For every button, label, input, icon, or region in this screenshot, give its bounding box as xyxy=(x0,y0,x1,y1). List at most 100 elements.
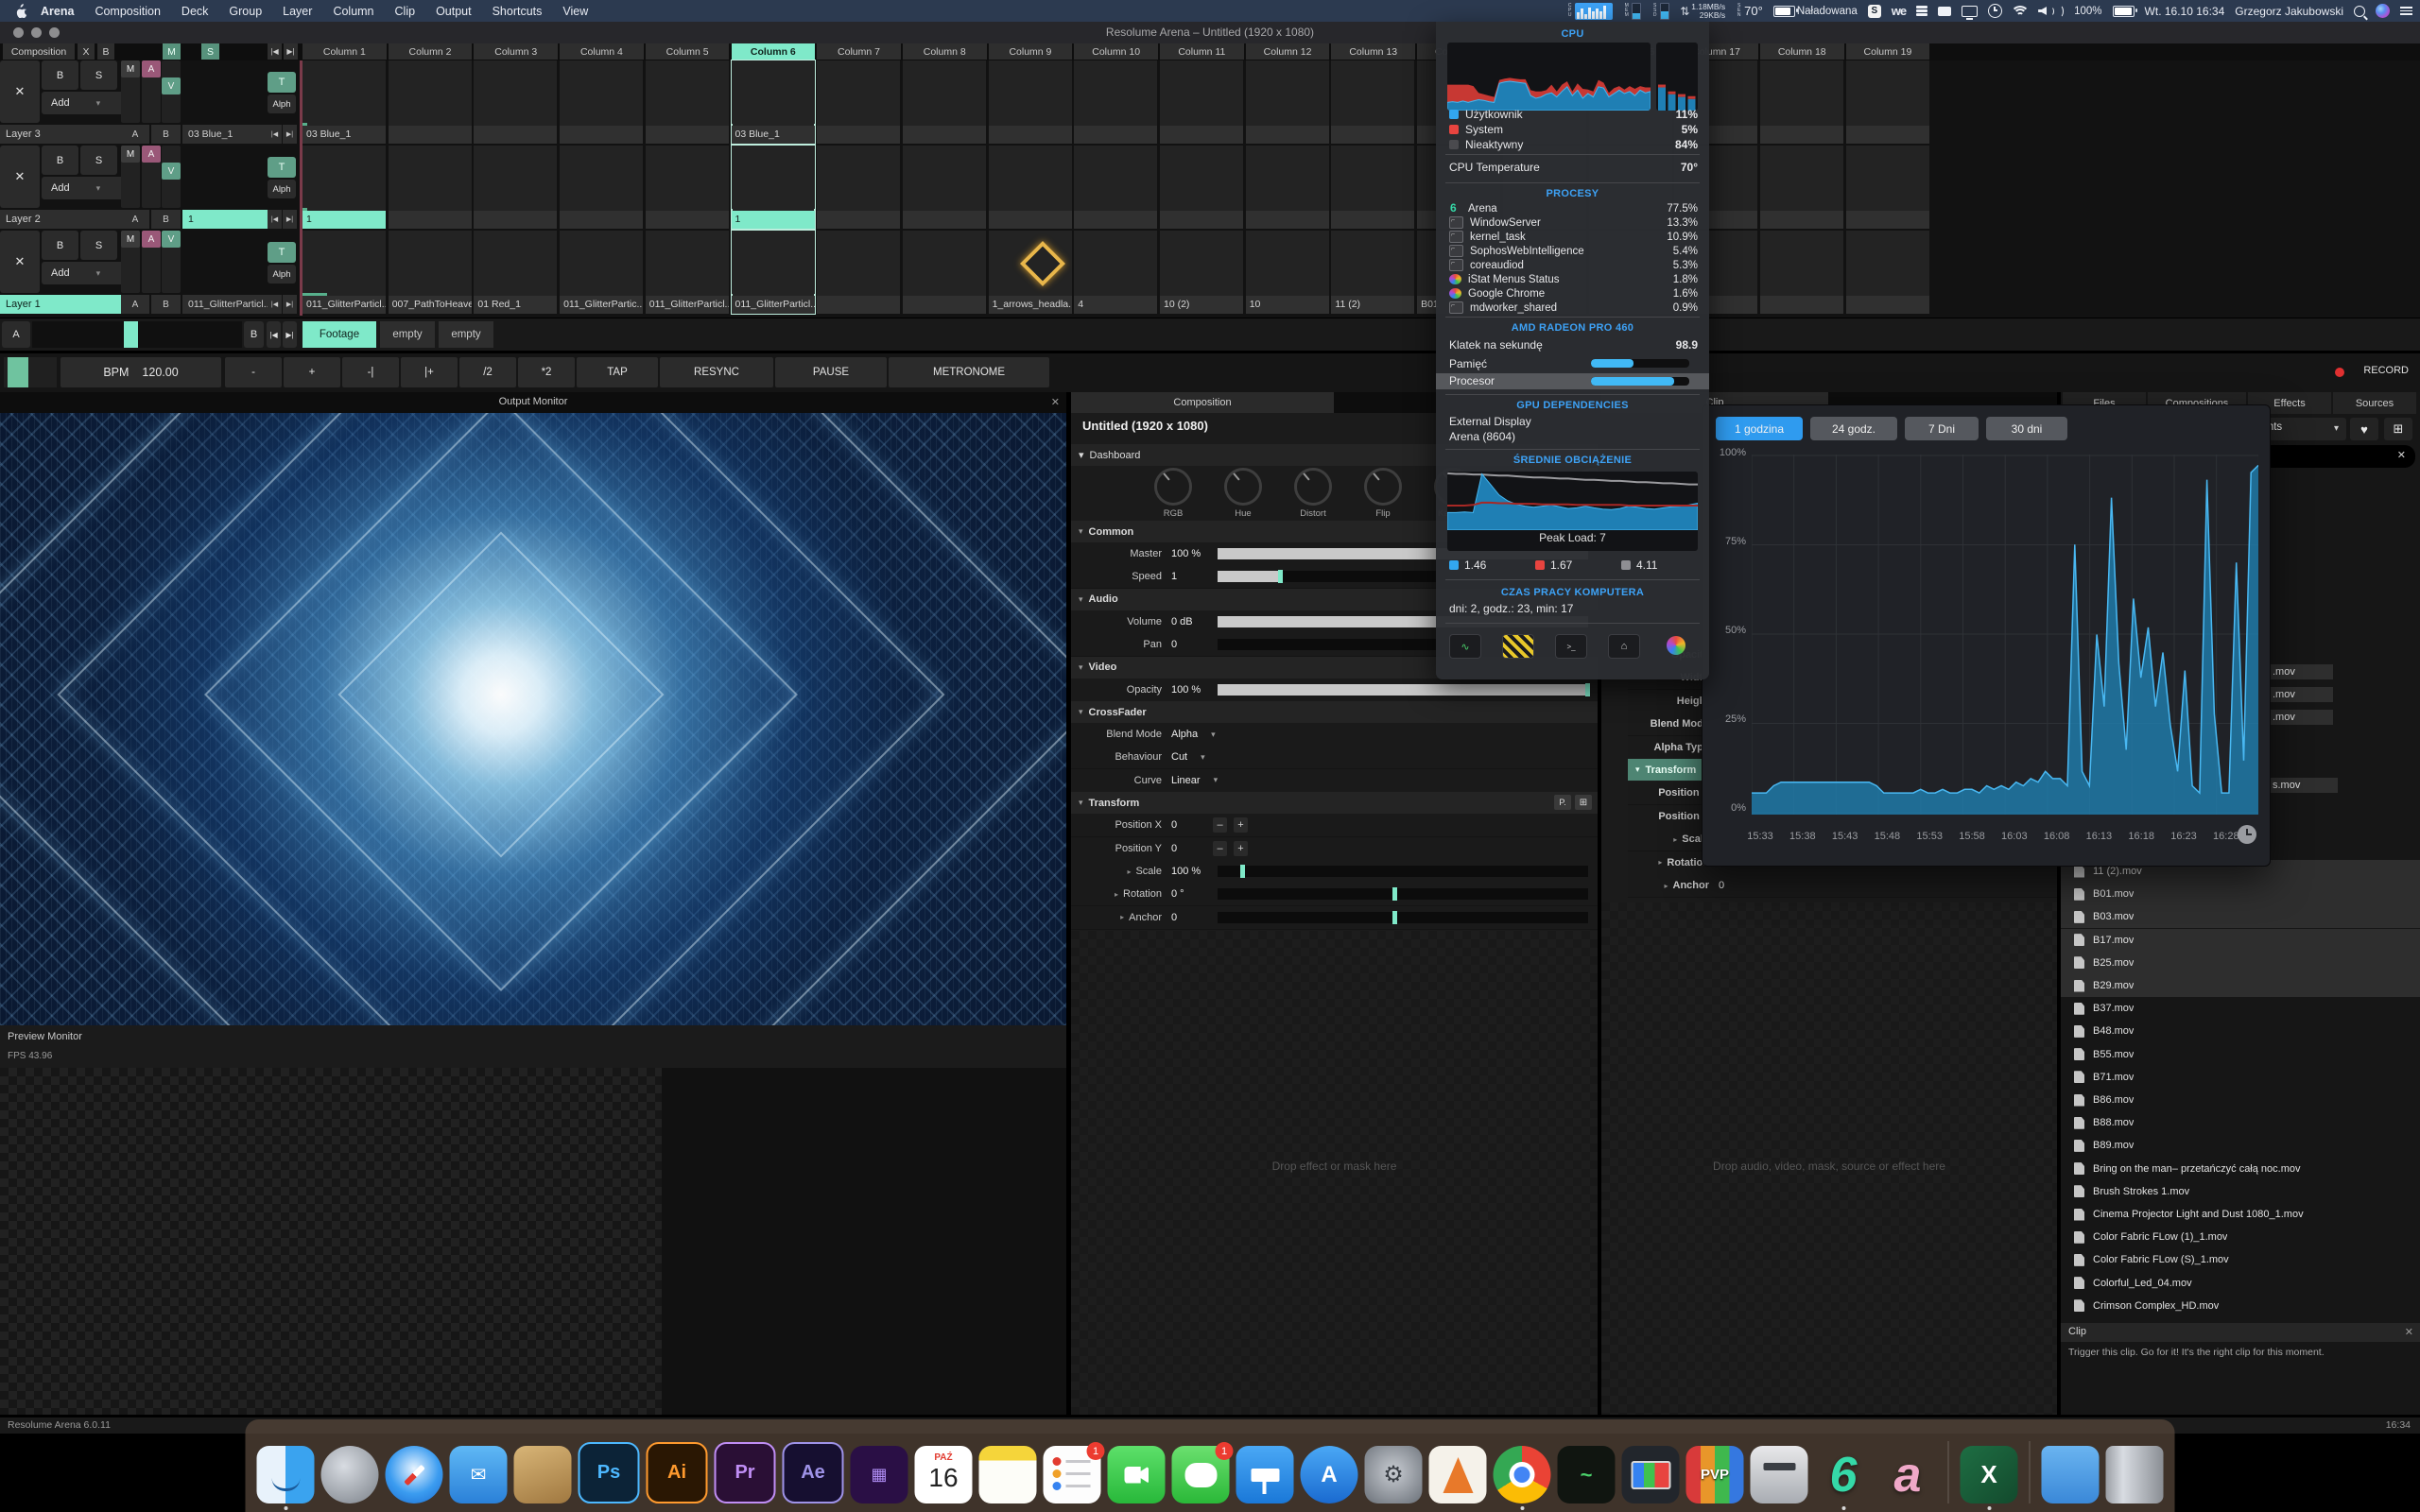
deck-tab-empty-2[interactable]: empty xyxy=(439,321,493,348)
file-item[interactable]: B55.mov xyxy=(2061,1043,2420,1066)
slider-handle[interactable] xyxy=(1392,887,1397,901)
file-item[interactable]: Crimson Complex_HD.mov xyxy=(2061,1295,2420,1317)
file-item-partial[interactable]: .mov xyxy=(2271,687,2333,702)
bpm-button-resync[interactable]: RESYNC xyxy=(660,357,773,387)
layer-solo-button[interactable]: S xyxy=(80,60,117,90)
clip-name-label[interactable]: 011_GlitterParticl... xyxy=(302,296,386,314)
history-tab-24godz[interactable]: 24 godz. xyxy=(1810,417,1897,440)
layer-blendmode-dropdown[interactable]: Add▾ xyxy=(42,177,127,199)
composition-header-button[interactable]: Composition xyxy=(3,43,75,60)
column-header-18[interactable]: Column 18 xyxy=(1760,43,1844,60)
column-header-5[interactable]: Column 5 xyxy=(646,43,730,60)
warning-icon[interactable] xyxy=(1502,634,1534,659)
dock-photoshop-icon[interactable]: Ps xyxy=(579,1442,640,1503)
menu-layer[interactable]: Layer xyxy=(283,5,312,18)
file-item[interactable]: B25.mov xyxy=(2061,952,2420,974)
layer-crossfade-b-label[interactable]: B xyxy=(151,125,181,144)
clip-thumbnail[interactable] xyxy=(560,231,643,294)
dock-resolume-avenue-icon[interactable]: a xyxy=(1879,1446,1937,1503)
file-item[interactable]: B71.mov xyxy=(2061,1066,2420,1089)
clip-cell[interactable]: 1_arrows_headla... xyxy=(989,231,1072,314)
clip-cell[interactable]: 011_GlitterParticl... xyxy=(732,231,815,314)
composition-drop-zone[interactable] xyxy=(1071,931,1598,1415)
file-item[interactable]: B88.mov xyxy=(2061,1111,2420,1134)
layer-v-fader[interactable]: V xyxy=(162,146,181,208)
history-tab-1godzina[interactable]: 1 godzina xyxy=(1716,417,1803,440)
layer-v-fader[interactable]: V xyxy=(162,231,181,293)
clip-thumbnail[interactable] xyxy=(302,231,386,294)
menu-shortcuts[interactable]: Shortcuts xyxy=(493,5,543,18)
layer-active-clip-label[interactable]: 03 Blue_1 xyxy=(182,125,271,144)
clip-cell[interactable]: 007_PathToHeave... xyxy=(389,231,472,314)
dock-archive-app-icon[interactable] xyxy=(514,1446,572,1503)
column-header-6[interactable]: Column 6 xyxy=(732,43,816,60)
wifi-icon[interactable] xyxy=(2013,6,2028,17)
layer-trigger-button[interactable]: T xyxy=(268,72,296,93)
notification-center-icon[interactable] xyxy=(2400,7,2412,15)
deck-b-button[interactable]: B xyxy=(97,43,114,60)
layer-name-label[interactable]: Layer 1 xyxy=(0,295,123,314)
layer-trigger-button[interactable]: T xyxy=(268,157,296,178)
clip-cell[interactable]: 011_GlitterParticl... xyxy=(646,231,729,314)
dock-illustrator-icon[interactable]: Ai xyxy=(647,1442,708,1503)
clip-name-label[interactable]: 10 (2) xyxy=(1160,296,1243,314)
param-rotation[interactable]: ▸Rotation0 ° xyxy=(1071,883,1598,906)
menu-group[interactable]: Group xyxy=(229,5,262,18)
stack-menu-icon[interactable] xyxy=(1916,6,1927,16)
dock-system-preferences-icon[interactable]: ⚙ xyxy=(1365,1446,1423,1503)
file-item[interactable]: Bring on the man– przetańczyć całą noc.m… xyxy=(2061,1158,2420,1180)
column-header-2[interactable]: Column 2 xyxy=(389,43,473,60)
crossfader-a-button[interactable]: A xyxy=(2,321,30,348)
layer-active-clip-thumbnail[interactable] xyxy=(182,231,266,293)
clip-name-label[interactable]: 007_PathToHeave... xyxy=(389,296,472,314)
file-item[interactable]: B48.mov xyxy=(2061,1020,2420,1042)
column-header-3[interactable]: Column 3 xyxy=(474,43,558,60)
clip-cell[interactable]: 11 (2) xyxy=(1331,231,1414,314)
dock-istat-app-icon[interactable] xyxy=(1622,1446,1680,1503)
param-slider[interactable] xyxy=(1218,912,1588,923)
clip-cell[interactable]: 10 xyxy=(1246,231,1329,314)
close-icon[interactable]: ✕ xyxy=(1051,396,1060,408)
sophos-menu-icon[interactable]: S xyxy=(1868,5,1881,18)
dock-downloads-folder-icon[interactable] xyxy=(2042,1446,2100,1503)
layer-blendmode-dropdown[interactable]: Add▾ xyxy=(42,92,127,114)
clip-name-label[interactable]: 10 xyxy=(1246,296,1329,314)
dock-launchpad-icon[interactable] xyxy=(321,1446,379,1503)
layer-prev-button[interactable]: |◀ xyxy=(268,210,282,229)
bpm-button-[interactable]: -| xyxy=(342,357,399,387)
deck-tab-empty-1[interactable]: empty xyxy=(380,321,435,348)
file-item[interactable]: B37.mov xyxy=(2061,997,2420,1020)
clip-name-label[interactable]: 011_GlitterParticl... xyxy=(732,296,815,314)
layer-m-fader[interactable]: M xyxy=(121,60,140,123)
layer-bypass-button[interactable]: B xyxy=(42,231,78,260)
menu-composition[interactable]: Composition xyxy=(95,5,160,18)
expander-icon[interactable]: ▸ xyxy=(1664,882,1668,890)
istat-disk-widget[interactable]: S S D xyxy=(1651,3,1669,20)
layer-crossfade-b-label[interactable]: B xyxy=(151,210,181,229)
param-blend-mode[interactable]: Blend ModeAlpha▾ xyxy=(1071,723,1598,747)
activity-monitor-icon[interactable]: ∿ xyxy=(1449,634,1481,659)
volume-icon[interactable] xyxy=(2038,5,2064,18)
clip-cell[interactable]: 1 xyxy=(302,146,386,229)
clip-cell[interactable]: 10 (2) xyxy=(1160,231,1243,314)
deck-prev-button[interactable]: |◀ xyxy=(267,321,281,348)
istat-history-window[interactable]: 1 godzina24 godz.7 Dni30 dni 100%75%50%2… xyxy=(1702,404,2271,867)
deck-next-button[interactable]: ▶| xyxy=(283,321,297,348)
dock-mail-icon[interactable]: ✉ xyxy=(450,1446,508,1503)
slider-handle[interactable] xyxy=(1278,570,1283,583)
layer-crossfade-a-label[interactable]: A xyxy=(121,210,149,229)
clear-search-icon[interactable]: ✕ xyxy=(2397,449,2406,461)
clip-cell[interactable]: 03 Blue_1 xyxy=(732,60,815,144)
clip-cell[interactable]: 03 Blue_1 xyxy=(302,60,386,144)
layer-a-fader[interactable]: A xyxy=(142,146,161,208)
layer-clear-button[interactable]: ✕ xyxy=(0,60,40,123)
file-item-partial[interactable]: s.mov xyxy=(2271,778,2338,793)
menu-arena[interactable]: Arena xyxy=(41,5,74,18)
menu-deck[interactable]: Deck xyxy=(182,5,208,18)
clock-icon[interactable] xyxy=(2238,825,2256,844)
bpm-button-[interactable]: - xyxy=(225,357,282,387)
clip-thumbnail[interactable] xyxy=(732,146,815,209)
clip-name-label[interactable]: 1 xyxy=(732,211,815,229)
column-header-1[interactable]: Column 1 xyxy=(302,43,387,60)
lamp-icon[interactable]: ⌂ xyxy=(1608,634,1640,659)
